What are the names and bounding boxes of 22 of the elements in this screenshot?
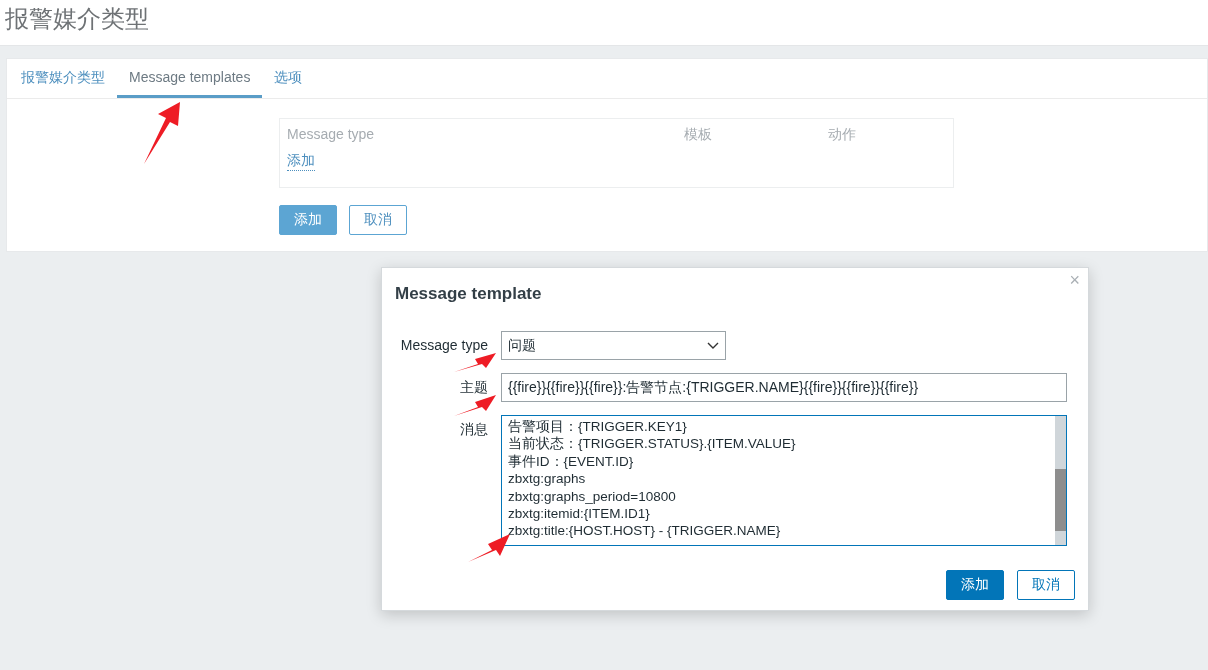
- annotation-arrow: [452, 394, 498, 418]
- column-header: 模板: [684, 126, 713, 144]
- dialog-title: Message template: [395, 284, 543, 304]
- tab[interactable]: 报警媒介类型: [9, 59, 117, 98]
- add-link[interactable]: 添加: [287, 152, 315, 171]
- message-field[interactable]: 告警项目：{TRIGGER.KEY1} 当前状态：{TRIGGER.STATUS}.{ITEM.VALUE} 事件ID：{EVENT.ID} zbxtg:graphs zbxtg:graphs_period=10800 zbxtg:itemid:{ITEM.ID1} zbxtg:title:{HOST.HOST} - {TRIGGER.NAME}: [501, 415, 1067, 546]
- subject-field[interactable]: {{fire}}{{fire}}{{fire}}:告警节点:{TRIGGER.NAME}{{fire}}{{fire}}{{fire}}: [501, 373, 1067, 402]
- tab[interactable]: 选项: [262, 59, 315, 98]
- add-button[interactable]: 添加: [946, 570, 1004, 600]
- column-header: Message type: [287, 126, 376, 144]
- chevron-down-icon: [707, 341, 719, 350]
- page-title: 报警媒介类型: [4, 4, 150, 34]
- tab[interactable]: Message templates: [117, 59, 263, 98]
- scrollbar[interactable]: [1055, 416, 1066, 545]
- message-type-dropdown[interactable]: 问题: [501, 331, 726, 360]
- field-label: Message type: [399, 336, 488, 355]
- field-label: 消息: [459, 420, 488, 439]
- cancel-button[interactable]: 取消: [349, 205, 407, 235]
- cancel-button[interactable]: 取消: [1017, 570, 1075, 600]
- column-header: 动作: [828, 126, 856, 144]
- field-label: 主题: [459, 378, 488, 397]
- add-button[interactable]: 添加: [279, 205, 337, 235]
